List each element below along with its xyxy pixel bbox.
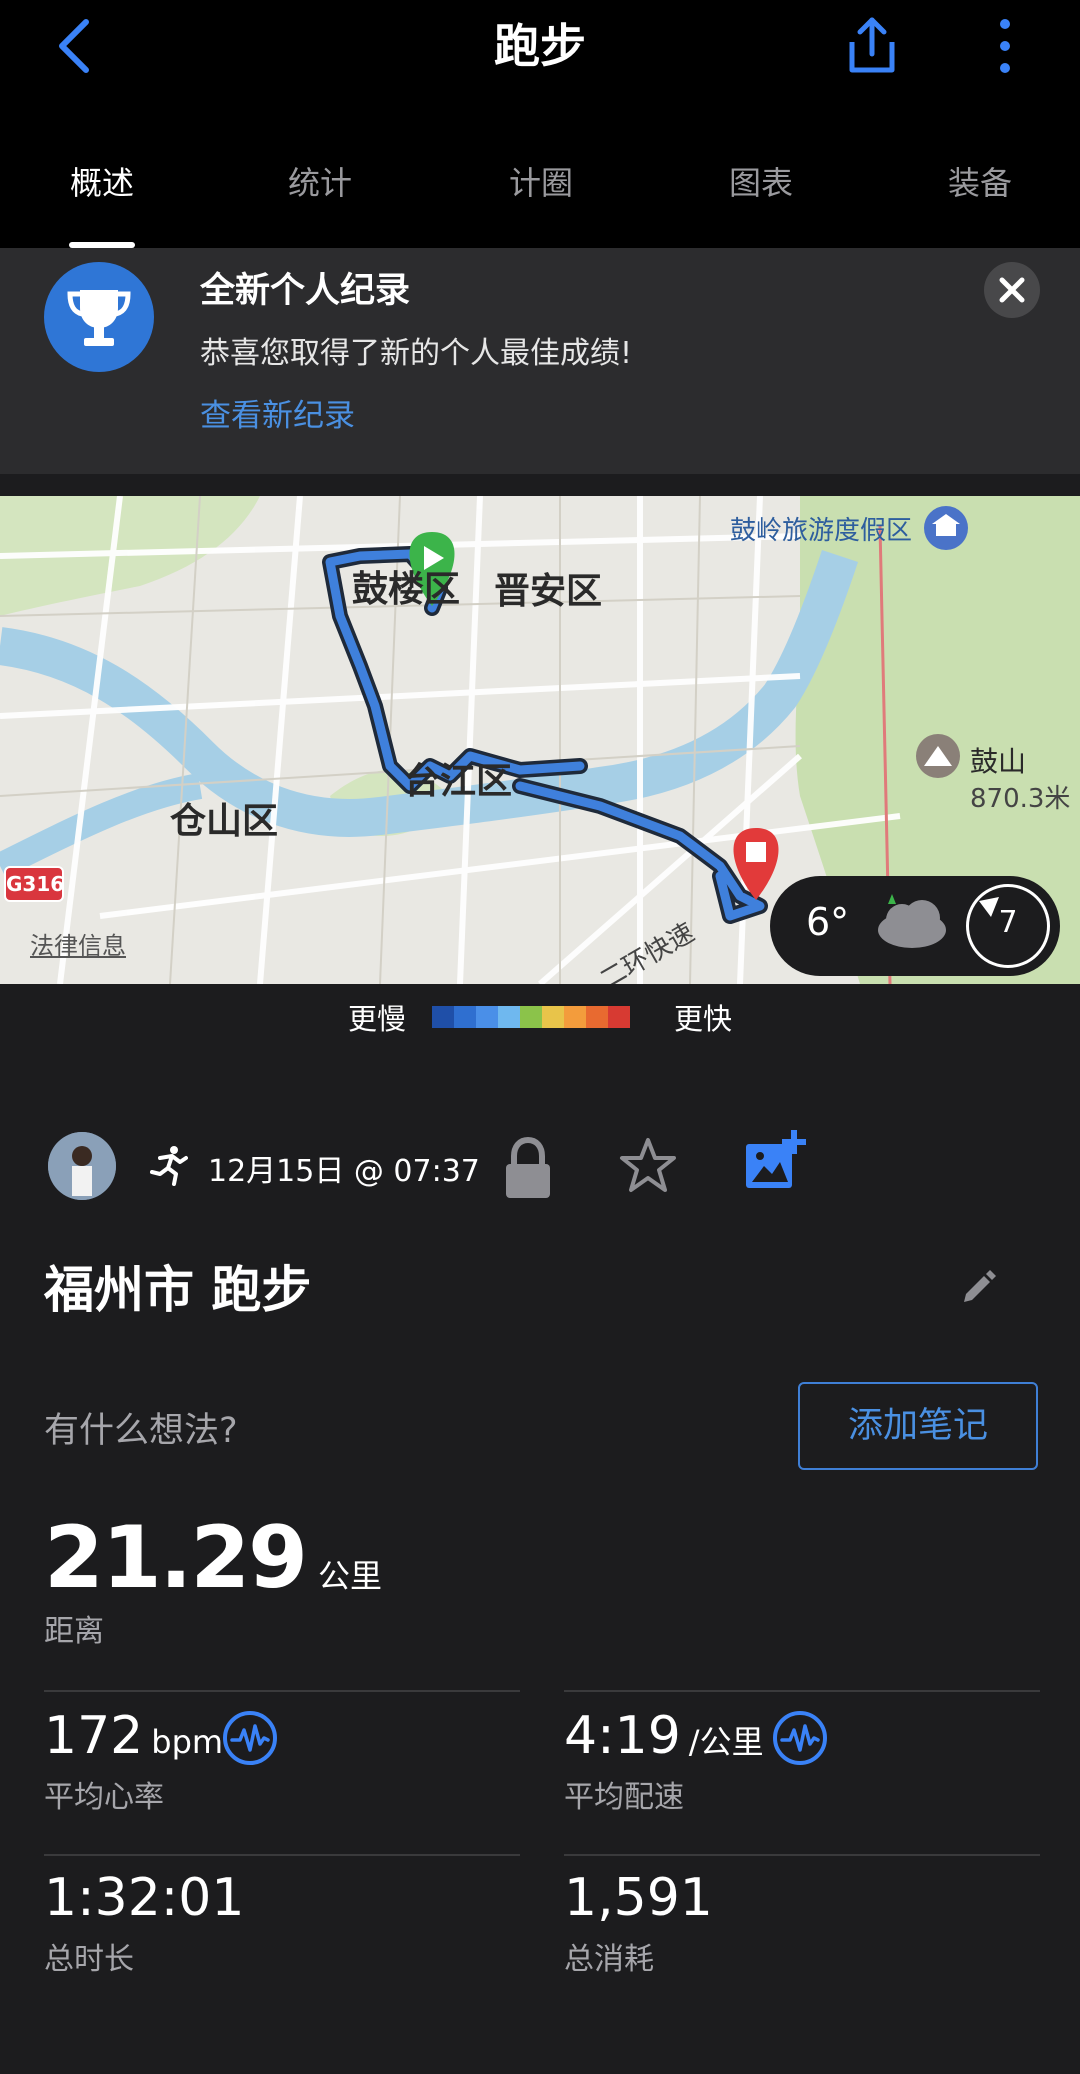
banner-title: 全新个人纪录 bbox=[200, 271, 411, 311]
avg-hr-label: 平均心率 bbox=[44, 1780, 164, 1815]
tab-gear[interactable]: 装备 bbox=[880, 158, 1080, 204]
map-label-gushan-elevation: 870.3米 bbox=[970, 784, 1071, 814]
map-label-gulou: 鼓楼区 bbox=[352, 569, 461, 610]
divider bbox=[44, 1854, 520, 1856]
distance-value: 21.29 bbox=[44, 1508, 308, 1608]
distance-unit: 公里 bbox=[318, 1557, 383, 1595]
legend-swatch bbox=[498, 1006, 520, 1028]
avg-pace-stat: 4:19/公里 bbox=[564, 1706, 764, 1766]
view-record-link[interactable]: 查看新纪录 bbox=[200, 390, 355, 435]
duration-stat: 1:32:01 bbox=[44, 1868, 244, 1928]
divider bbox=[564, 1854, 1040, 1856]
edit-pencil-icon[interactable] bbox=[958, 1266, 998, 1306]
avg-pace-label: 平均配速 bbox=[564, 1780, 684, 1815]
more-options-icon[interactable] bbox=[990, 14, 1020, 78]
map-label-guling: 鼓岭旅游度假区 bbox=[730, 516, 913, 546]
close-banner-button[interactable] bbox=[984, 262, 1040, 318]
banner-message: 恭喜您取得了新的个人最佳成绩! bbox=[200, 336, 633, 371]
legend-swatch bbox=[542, 1006, 564, 1028]
legend-swatch bbox=[608, 1006, 630, 1028]
page-title: 跑步 bbox=[494, 19, 586, 73]
weather-temperature: 6° bbox=[806, 900, 850, 944]
lock-icon[interactable] bbox=[500, 1136, 556, 1200]
heart-rate-icon[interactable] bbox=[222, 1710, 278, 1766]
running-icon bbox=[150, 1146, 188, 1186]
share-icon[interactable] bbox=[840, 14, 904, 78]
calories-value: 1,591 bbox=[564, 1868, 713, 1928]
legend-swatch bbox=[454, 1006, 476, 1028]
pace-chart-icon[interactable] bbox=[772, 1710, 828, 1766]
tab-bar: 概述 统计 计圈 图表 装备 bbox=[0, 140, 1080, 248]
avg-hr-stat: 172 bpm bbox=[44, 1706, 223, 1766]
legal-info-link[interactable]: 法律信息 bbox=[30, 926, 126, 961]
map-label-taijiang: 台江区 bbox=[404, 761, 513, 802]
cloudy-icon bbox=[878, 894, 946, 948]
legend-swatch bbox=[476, 1006, 498, 1028]
legend-swatch bbox=[520, 1006, 542, 1028]
calories-stat: 1,591 bbox=[564, 1868, 713, 1928]
wind-gauge: 7 bbox=[966, 884, 1050, 968]
activity-date: 12月15日 @ 07:37 bbox=[208, 1154, 480, 1189]
divider bbox=[564, 1690, 1040, 1692]
calories-label: 总消耗 bbox=[564, 1942, 654, 1977]
avg-hr-unit: bpm bbox=[151, 1723, 224, 1761]
highway-shield: G316 bbox=[4, 866, 64, 902]
tab-overview[interactable]: 概述 bbox=[2, 158, 202, 204]
top-bar: 跑步 概述 统计 计圈 图表 装备 bbox=[0, 0, 1080, 248]
map-label-jinan: 晋安区 bbox=[494, 571, 603, 612]
star-icon[interactable] bbox=[618, 1136, 678, 1196]
legend-color-bar bbox=[432, 1006, 630, 1028]
divider bbox=[44, 1690, 520, 1692]
distance-label: 距离 bbox=[44, 1614, 104, 1649]
add-note-button[interactable]: 添加笔记 bbox=[798, 1382, 1038, 1470]
close-icon bbox=[999, 277, 1025, 303]
legend-swatch bbox=[564, 1006, 586, 1028]
duration-label: 总时长 bbox=[44, 1942, 134, 1977]
avatar[interactable] bbox=[48, 1132, 116, 1200]
avg-pace-unit: /公里 bbox=[688, 1723, 764, 1761]
duration-value: 1:32:01 bbox=[44, 1868, 245, 1928]
tab-charts[interactable]: 图表 bbox=[661, 158, 861, 204]
activity-meta-row: 12月15日 @ 07:37 bbox=[0, 1120, 1080, 1220]
trophy-icon bbox=[44, 262, 154, 372]
distance-block: 21.29 公里 bbox=[44, 1508, 382, 1608]
avg-hr-value: 172 bbox=[44, 1706, 144, 1766]
activity-title: 福州市 跑步 bbox=[44, 1261, 312, 1319]
map-label-gushan: 鼓山 bbox=[970, 745, 1027, 778]
legend-slow-label: 更慢 bbox=[348, 1002, 407, 1036]
personal-record-banner: 全新个人纪录 恭喜您取得了新的个人最佳成绩! 查看新纪录 bbox=[0, 248, 1080, 474]
legend-swatch bbox=[432, 1006, 454, 1028]
weather-pill: 6° 7 bbox=[770, 876, 1060, 976]
notes-placeholder[interactable]: 有什么想法? bbox=[44, 1402, 238, 1453]
map-label-cangshan: 仓山区 bbox=[170, 801, 279, 842]
pace-legend: 更慢 更快 bbox=[0, 984, 1080, 1048]
legend-fast-label: 更快 bbox=[674, 1002, 733, 1036]
tab-laps[interactable]: 计圈 bbox=[441, 158, 641, 204]
avg-pace-value: 4:19 bbox=[564, 1706, 681, 1766]
route-map[interactable]: 鼓楼区 晋安区 台江区 仓山区 鼓岭旅游度假区 鼓山 870.3米 二环快速 G… bbox=[0, 496, 1080, 984]
tab-stats[interactable]: 统计 bbox=[220, 158, 420, 204]
legend-swatch bbox=[586, 1006, 608, 1028]
wind-speed: 7 bbox=[998, 905, 1018, 940]
add-photo-icon[interactable] bbox=[742, 1128, 808, 1194]
